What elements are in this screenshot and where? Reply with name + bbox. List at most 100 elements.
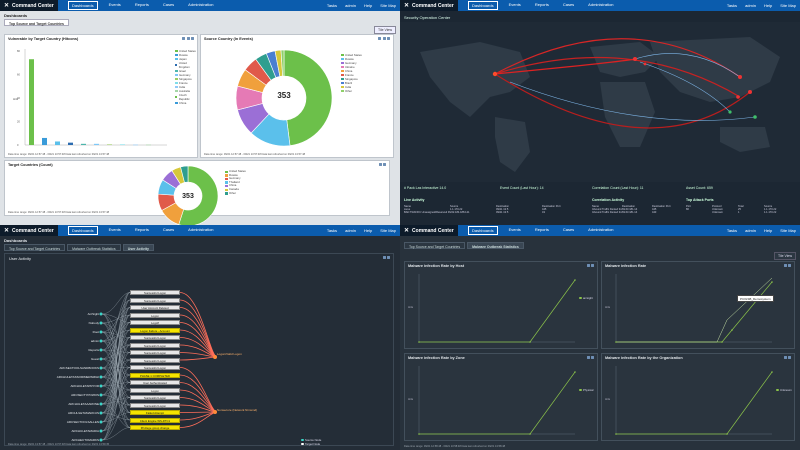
event-node[interactable]: Failed Attempt [130,410,180,415]
event-node[interactable]: Successful Logon [130,342,180,348]
table-row[interactable]: Unknown 1 1.1.170.22 [686,211,790,214]
menu-administration[interactable]: Administration [185,226,216,235]
event-node[interactable]: Logon [130,312,180,318]
bar[interactable] [55,141,60,145]
menu-reports[interactable]: Reports [132,226,152,235]
event-node[interactable]: Successful Logon [130,297,180,303]
menu-dashboards[interactable]: Dashboards [468,226,498,235]
table-row[interactable]: Inbound Traffic Denied from a Suspicious… [592,211,682,214]
menu-tasks[interactable]: Tasks [727,228,737,233]
tab-top-countries[interactable]: Top Source and Target Countries [404,242,466,249]
table-icon[interactable] [591,356,594,359]
menu-sitemap[interactable]: Site Map [380,3,396,8]
event-node[interactable]: Successful Logon [130,290,180,295]
event-node[interactable]: Successful Logon [130,395,180,400]
menu-sitemap[interactable]: Site Map [380,228,396,233]
data-point[interactable] [731,329,733,331]
table-icon[interactable] [591,264,594,267]
menu-tasks[interactable]: Tasks [727,3,737,8]
menu-dashboards[interactable]: Dashboards [68,1,98,10]
event-node[interactable]: PHASE 1 COMPLETED [130,372,180,378]
tab-malware-outbreak[interactable]: Malware Outbreak Statistics [67,244,121,251]
brand[interactable]: ✕ Command Center [0,0,58,11]
table-row[interactable]: BAD TRAFFIC Unassigned/Reserved Protocol… [404,211,588,214]
event-node[interactable]: Client Engine WS-DTC1 [130,417,180,423]
table-icon[interactable] [382,37,386,40]
tile-view-button[interactable]: Tile View [774,252,797,260]
menu-administration[interactable]: Administration [185,1,216,10]
menu-cases[interactable]: Cases [160,1,177,10]
menu-help[interactable]: Help [764,3,772,8]
tab-malware-outbreak[interactable]: Malware Outbreak Statistics [467,242,524,249]
menu-user[interactable]: admin [745,228,756,233]
menu-user[interactable]: admin [745,3,756,8]
bar[interactable] [94,143,99,145]
menu-cases[interactable]: Cases [560,226,577,235]
menu-tasks[interactable]: Tasks [327,3,337,8]
data-point[interactable] [574,279,576,281]
menu-cases[interactable]: Cases [160,226,177,235]
bar[interactable] [68,142,73,145]
event-node[interactable]: Logoff [130,320,180,325]
chart-icon[interactable] [182,37,185,40]
tab-top-countries[interactable]: Top Source and Target Countries [4,19,69,26]
chart-icon[interactable] [378,37,381,40]
legend-item[interactable]: China [175,101,197,105]
bar[interactable] [120,144,125,146]
event-node[interactable]: Privilege group change [130,425,180,430]
menu-administration[interactable]: Administration [585,226,616,235]
tab-user-activity[interactable]: User Activity [122,244,154,251]
event-node[interactable]: Successful Logon [130,335,180,340]
legend-item[interactable]: Other [341,89,362,93]
bar[interactable] [107,144,112,146]
menu-cases[interactable]: Cases [560,1,577,10]
menu-reports[interactable]: Reports [532,1,552,10]
legend-item[interactable]: United Kingdom [175,61,197,69]
event-node[interactable]: User Account Deleted [130,305,180,310]
data-point[interactable] [418,341,420,343]
chart-icon[interactable] [586,264,590,267]
table-icon[interactable] [383,163,386,166]
data-point[interactable] [418,433,420,435]
menu-dashboards[interactable]: Dashboards [468,1,498,10]
chart-icon[interactable] [783,356,787,359]
bar[interactable] [146,144,151,146]
legend-item[interactable]: Czech Republic [175,93,197,101]
menu-user[interactable]: admin [345,3,356,8]
table-icon[interactable] [788,264,791,267]
bar[interactable] [133,144,138,146]
refresh-icon[interactable] [191,37,194,40]
menu-events[interactable]: Events [106,1,124,10]
brand[interactable]: ✕ Command Center [400,0,458,11]
menu-help[interactable]: Help [364,228,372,233]
menu-sitemap[interactable]: Site Map [780,228,796,233]
event-node[interactable]: Successful Logon [130,365,180,370]
menu-dashboards[interactable]: Dashboards [68,226,98,235]
menu-help[interactable]: Help [364,3,372,8]
menu-reports[interactable]: Reports [132,1,152,10]
data-point[interactable] [529,433,531,435]
data-point[interactable] [771,281,773,283]
menu-administration[interactable]: Administration [585,1,616,10]
data-point[interactable] [726,433,728,435]
menu-tasks[interactable]: Tasks [327,228,337,233]
table-icon[interactable] [186,37,190,40]
event-node[interactable]: Successful Logon [130,357,180,363]
event-node[interactable]: User Authenticated [130,380,180,385]
data-point[interactable] [574,371,576,373]
legend-item[interactable]: Other [225,191,246,196]
chart-icon[interactable] [378,163,382,166]
data-point[interactable] [615,341,617,343]
brand[interactable]: ✕ Command Center [400,225,458,236]
event-node[interactable]: Logon [130,387,180,393]
menu-sitemap[interactable]: Site Map [780,3,796,8]
event-node[interactable]: Successful Logon [130,402,180,408]
data-point[interactable] [771,371,773,373]
menu-events[interactable]: Events [506,1,524,10]
menu-user[interactable]: admin [345,228,356,233]
bar[interactable] [42,137,47,145]
chart-icon[interactable] [783,264,787,267]
bar[interactable] [29,59,34,145]
chart-icon[interactable] [586,356,590,359]
table-icon[interactable] [788,356,791,359]
